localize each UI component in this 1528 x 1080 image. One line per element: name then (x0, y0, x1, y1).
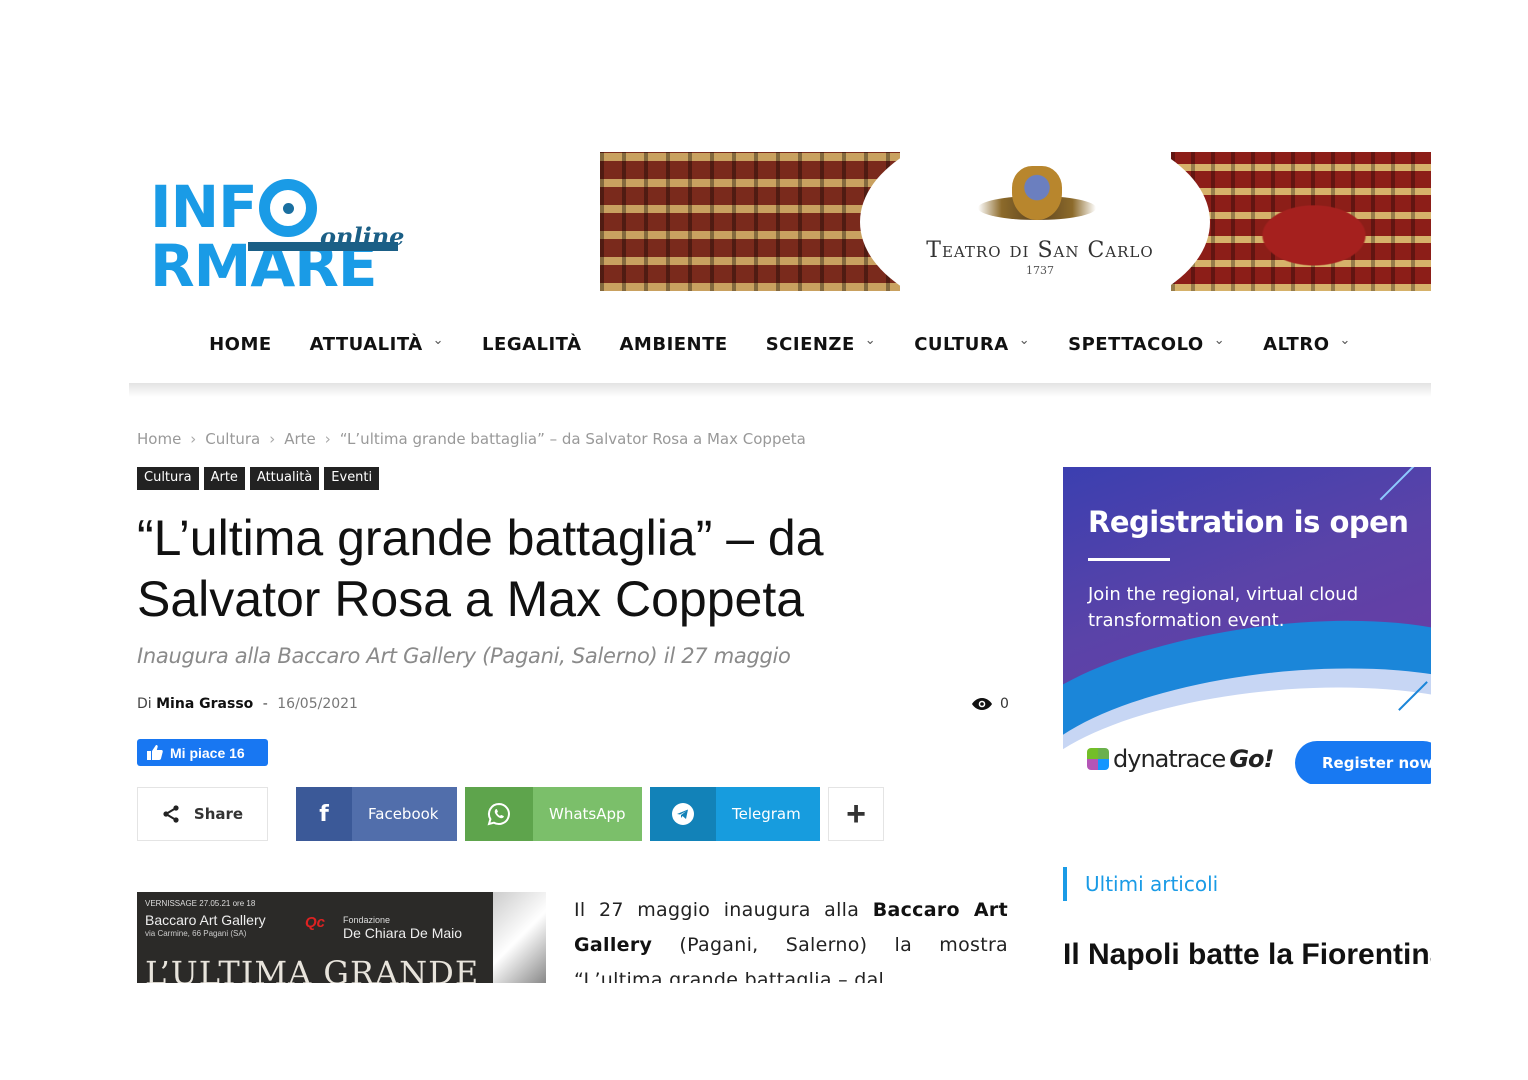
ad-text: Join the regional, virtual cloud transfo… (1088, 584, 1359, 631)
share-bar: Share f Facebook WhatsApp Telegram + (137, 787, 884, 841)
nav-item-ambiente[interactable]: AMBIENTE (601, 314, 747, 374)
whatsapp-label: WhatsApp (549, 805, 626, 823)
latest-article-link[interactable]: Il Napoli batte la Fiorentina (1063, 936, 1431, 983)
tag-arte[interactable]: Arte (203, 467, 245, 490)
chevron-down-icon: ⌄ (1018, 332, 1031, 348)
facebook-like-button[interactable]: Mi piace 16 (137, 739, 268, 766)
image-gallery-text: Baccaro Art Gallery (145, 912, 266, 928)
article-body: Il 27 maggio inaugura alla Baccaro Art G… (574, 899, 1008, 983)
register-now-button[interactable]: Register now (1295, 741, 1431, 784)
share-label: Share (193, 805, 244, 823)
article-title: “L’ultima grande battaglia” – da Salvato… (137, 510, 824, 627)
dynatrace-mark-icon (1087, 748, 1109, 770)
breadcrumb-separator-icon: › (324, 430, 331, 448)
foundation-logo: Qc (305, 914, 326, 931)
chevron-down-icon: ⌄ (864, 332, 877, 348)
article-meta: Di Mina Grasso - 16/05/2021 (137, 696, 358, 712)
share-icon (163, 805, 179, 823)
share-telegram-button[interactable]: Telegram (650, 787, 820, 841)
share-more-button[interactable]: + (828, 787, 884, 841)
banner-title: Teatro di San Carlo (926, 238, 1154, 263)
facebook-icon: f (319, 801, 329, 827)
article-subtitle: Inaugura alla Baccaro Art Gallery (Pagan… (137, 644, 791, 668)
nav-item-home[interactable]: HOME (190, 314, 291, 374)
whatsapp-icon (487, 802, 510, 826)
site-logo[interactable]: INFRMARE online (150, 178, 540, 295)
banner-year: 1737 (1026, 264, 1054, 277)
facebook-label: Facebook (368, 805, 439, 823)
logo-o-icon (258, 179, 317, 237)
breadcrumb-cultura[interactable]: Cultura (205, 430, 260, 448)
author-prefix: Di (137, 696, 152, 712)
category-tags: Cultura Arte Attualità Eventi (137, 467, 380, 490)
breadcrumb: Home › Cultura › Arte › “L’ultima grande batta… (137, 430, 806, 448)
nav-item-cultura[interactable]: CULTURA ⌄ (895, 314, 1049, 374)
author-link[interactable]: Mina Grasso (156, 696, 253, 712)
theatre-image-left (600, 152, 900, 291)
breadcrumb-home[interactable]: Home (137, 430, 181, 448)
nav-item-attualita[interactable]: ATTUALITÀ ⌄ (291, 314, 463, 374)
sidebar-ad[interactable]: Registration is open Join the regional, … (1063, 467, 1431, 784)
header-banner-ad[interactable]: Teatro di San Carlo 1737 (600, 152, 1431, 291)
breadcrumb-arte[interactable]: Arte (284, 430, 316, 448)
plus-icon: + (846, 794, 866, 833)
share-whatsapp-button[interactable]: WhatsApp (465, 787, 642, 841)
image-big-title: L’ULTIMA GRANDE (145, 954, 480, 983)
theatre-image-right (1171, 152, 1431, 291)
tag-cultura[interactable]: Cultura (137, 467, 199, 490)
main-nav: HOME ATTUALITÀ ⌄ LEGALITÀ AMBIENTE SCIENZE ⌄ CU… (129, 314, 1431, 374)
meta-dash: - (262, 696, 268, 712)
latest-articles-heading: Ultimi articoli (1063, 867, 1218, 901)
breadcrumb-separator-icon: › (190, 430, 197, 448)
image-address-text: via Carmine, 66 Pagani (SA) (145, 929, 247, 938)
image-vernissage-text: VERNISSAGE 27.05.21 ore 18 (145, 899, 256, 908)
view-count: 0 (972, 696, 1009, 712)
eye-icon (972, 698, 992, 710)
nav-item-altro[interactable]: ALTRO ⌄ (1244, 314, 1370, 374)
tag-attualita[interactable]: Attualità (249, 467, 320, 490)
nav-item-legalita[interactable]: LEGALITÀ (463, 314, 600, 374)
thumbs-up-icon (147, 745, 163, 760)
tag-eventi[interactable]: Eventi (324, 467, 380, 490)
nav-item-scienze[interactable]: SCIENZE ⌄ (747, 314, 896, 374)
article-featured-image[interactable]: VERNISSAGE 27.05.21 ore 18 Baccaro Art G… (137, 892, 546, 983)
telegram-icon (672, 803, 694, 825)
breadcrumb-current: “L’ultima grande battaglia” – da Salvato… (339, 430, 806, 448)
chevron-down-icon: ⌄ (432, 332, 445, 348)
image-foundation-text: Fondazione (343, 915, 391, 925)
share-toggle[interactable]: Share (137, 787, 268, 841)
crest-icon (978, 160, 1096, 230)
telegram-label: Telegram (732, 805, 801, 823)
chevron-down-icon: ⌄ (1339, 332, 1351, 348)
share-facebook-button[interactable]: f Facebook (296, 787, 457, 841)
image-glass-art (493, 892, 546, 983)
like-label: Mi piace 16 (170, 744, 245, 761)
ad-heading: Registration is open (1088, 505, 1409, 539)
article-date: 16/05/2021 (277, 696, 358, 712)
dynatrace-logo: dynatrace Go! (1087, 745, 1274, 773)
view-count-value: 0 (1000, 696, 1009, 712)
chevron-down-icon: ⌄ (1213, 332, 1226, 348)
nav-item-spettacolo[interactable]: SPETTACOLO ⌄ (1049, 314, 1244, 374)
breadcrumb-separator-icon: › (269, 430, 276, 448)
image-foundation-name: De Chiara De Maio (343, 925, 463, 941)
logo-online-text: online (320, 222, 405, 251)
logo-text-start: INF (150, 173, 258, 241)
